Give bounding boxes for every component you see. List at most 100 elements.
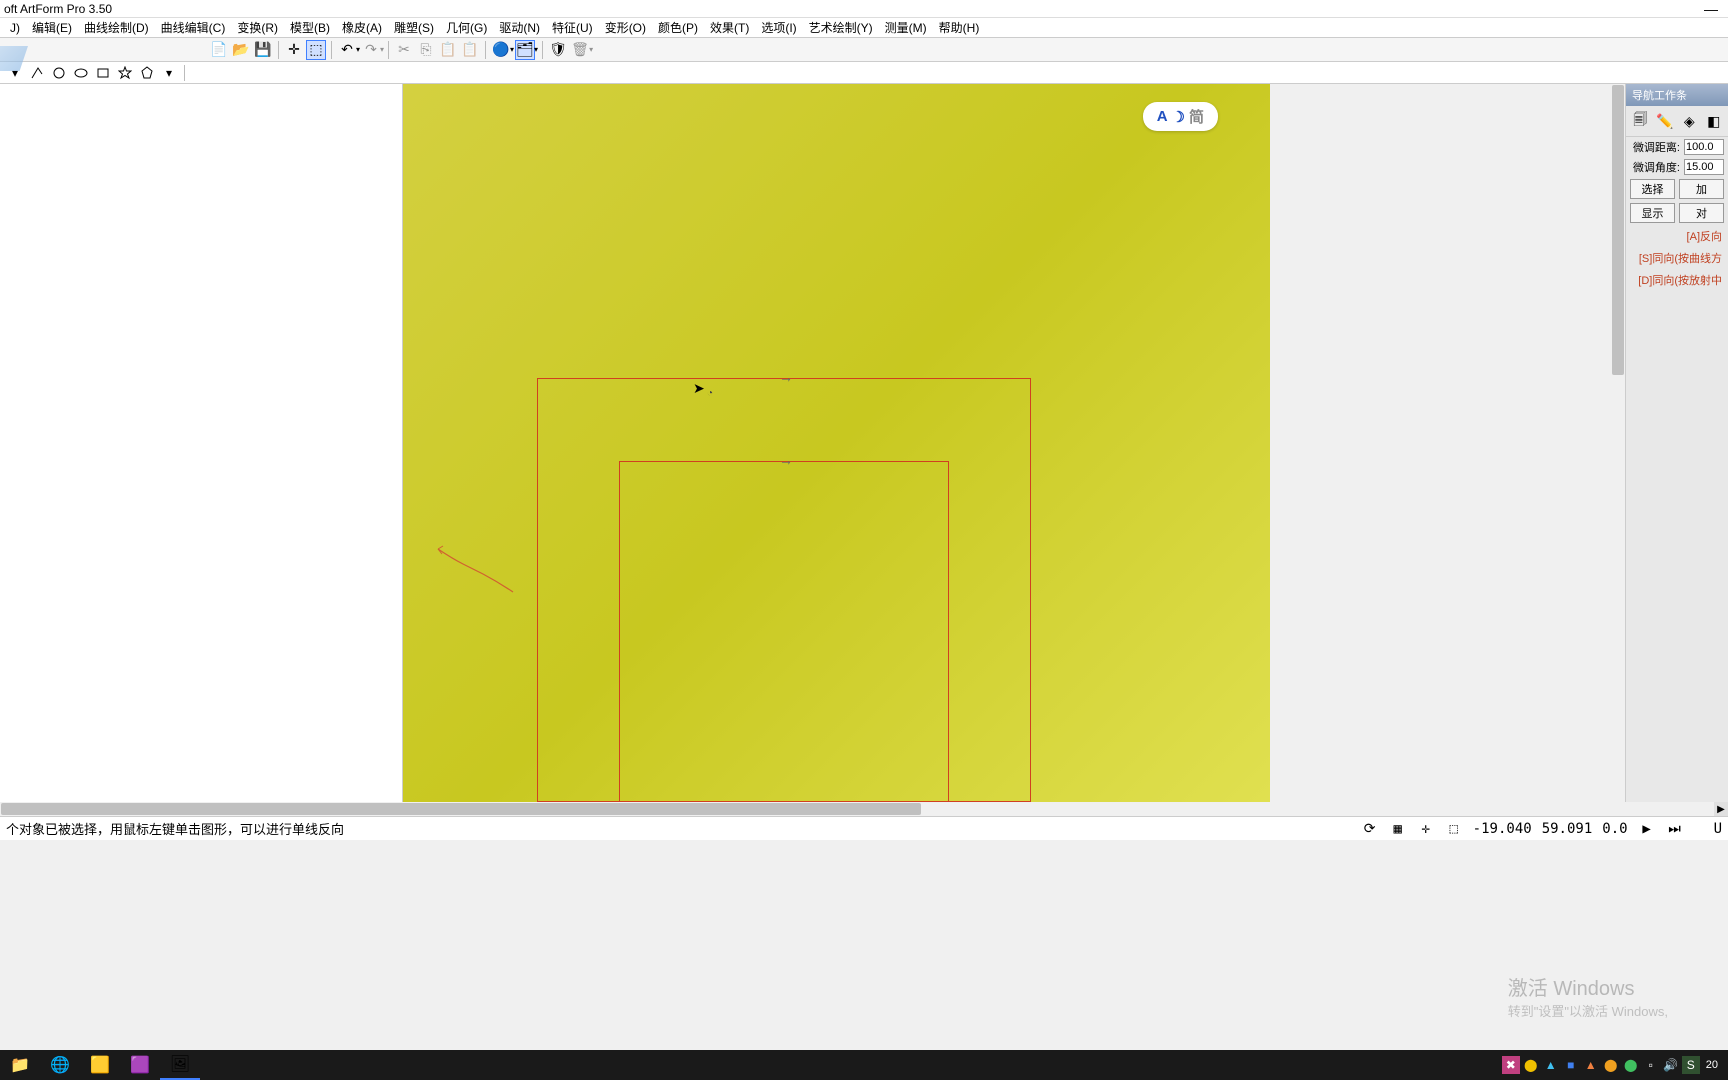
- menu-measure[interactable]: 测量(M): [879, 17, 933, 38]
- rectangle-icon[interactable]: [94, 64, 112, 82]
- select-button[interactable]: 选择: [1630, 179, 1675, 199]
- polygon-icon[interactable]: [138, 64, 156, 82]
- pair-button[interactable]: 对: [1679, 203, 1724, 223]
- tray-icon[interactable]: ▲: [1582, 1056, 1600, 1074]
- same-radial-link[interactable]: [D]同向(按放射中: [1626, 269, 1728, 291]
- tray-icon[interactable]: ✖: [1502, 1056, 1520, 1074]
- tray-icon[interactable]: ⬤: [1522, 1056, 1540, 1074]
- layers-dropdown-icon[interactable]: ▾: [534, 45, 538, 54]
- cube-icon[interactable]: ◧: [1704, 110, 1725, 132]
- vscroll-thumb[interactable]: [1612, 85, 1624, 375]
- menu-help[interactable]: 帮助(H): [933, 17, 986, 38]
- app2-icon[interactable]: 🟪: [120, 1050, 160, 1080]
- shape-dropdown-icon[interactable]: ▾: [160, 64, 178, 82]
- menu-feature[interactable]: 特征(U): [546, 17, 599, 38]
- ellipse-icon[interactable]: [72, 64, 90, 82]
- star-icon[interactable]: [116, 64, 134, 82]
- menu-color[interactable]: 颜色(P): [652, 17, 704, 38]
- horizontal-scrollbar[interactable]: ▶: [0, 802, 1728, 816]
- menu-curve-edit[interactable]: 曲线编辑(C): [155, 17, 232, 38]
- same-curve-link[interactable]: [S]同向(按曲线方: [1626, 247, 1728, 269]
- hscroll-right-arrow-icon[interactable]: ▶: [1714, 802, 1728, 816]
- hscroll-thumb[interactable]: [1, 803, 921, 815]
- vertical-scrollbar[interactable]: [1611, 84, 1625, 802]
- trash-icon[interactable]: 🗑: [570, 40, 590, 60]
- tray-s-icon[interactable]: S: [1682, 1056, 1700, 1074]
- ime-badge[interactable]: A ☽ 简: [1143, 102, 1218, 131]
- menu-drive[interactable]: 驱动(N): [493, 17, 546, 38]
- dist-input[interactable]: [1684, 139, 1724, 155]
- angle-input[interactable]: [1684, 159, 1724, 175]
- shield-icon[interactable]: 🛡: [548, 40, 568, 60]
- panel-icon-row: 🗐 ✏️ ◈ ◧: [1626, 106, 1728, 137]
- layers-icon[interactable]: 🗂: [515, 40, 535, 60]
- menu-effect[interactable]: 效果(T): [704, 17, 755, 38]
- add-button[interactable]: 加: [1679, 179, 1724, 199]
- separator: [278, 41, 279, 59]
- menu-art[interactable]: 艺术绘制(Y): [803, 17, 879, 38]
- menu-model[interactable]: 模型(B): [284, 17, 336, 38]
- trash-dropdown-icon[interactable]: ▾: [589, 45, 593, 54]
- menu-sculpt[interactable]: 雕塑(S): [388, 17, 440, 38]
- menu-curve-draw[interactable]: 曲线绘制(D): [78, 17, 155, 38]
- taskbar-clock[interactable]: 20: [1702, 1059, 1722, 1071]
- status-text: U: [1714, 821, 1722, 837]
- undo-icon[interactable]: ↶: [337, 40, 357, 60]
- bounds-icon[interactable]: ⬚: [1445, 820, 1463, 838]
- pen-icon[interactable]: [28, 64, 46, 82]
- tray-icon[interactable]: ■: [1562, 1056, 1580, 1074]
- select-rect-icon[interactable]: ⬚: [306, 40, 326, 60]
- angle-label: 微调角度:: [1630, 159, 1680, 175]
- circle-icon[interactable]: [50, 64, 68, 82]
- menu-edit[interactable]: 编辑(E): [26, 17, 78, 38]
- squiggle-curve[interactable]: [433, 544, 523, 604]
- canvas-viewport[interactable]: → → ➤ ◔ A ☽ 简: [403, 84, 1270, 802]
- grid-icon[interactable]: ▦: [1389, 820, 1407, 838]
- copy-icon[interactable]: ⎘: [416, 40, 436, 60]
- minimize-icon[interactable]: —: [1704, 1, 1718, 17]
- paste-special-icon[interactable]: 📋: [460, 40, 480, 60]
- play-icon[interactable]: ▶: [1638, 820, 1656, 838]
- file-explorer-icon[interactable]: 📁: [0, 1050, 40, 1080]
- canvas-area[interactable]: → → ➤ ◔ A ☽ 简: [403, 84, 1625, 802]
- artform-task-icon[interactable]: 🖼: [160, 1050, 200, 1080]
- panel-title: 导航工作条: [1626, 84, 1728, 106]
- tray-icon[interactable]: ▲: [1542, 1056, 1560, 1074]
- paste-icon[interactable]: 📋: [438, 40, 458, 60]
- separator: [331, 41, 332, 59]
- undo-dropdown-icon[interactable]: ▾: [356, 45, 360, 54]
- redo-icon[interactable]: ↷: [361, 40, 381, 60]
- refresh-icon[interactable]: ⟳: [1361, 820, 1379, 838]
- network-icon[interactable]: ▫: [1642, 1056, 1660, 1074]
- open-file-icon[interactable]: 📂: [231, 40, 251, 60]
- sphere-dropdown-icon[interactable]: ▾: [510, 45, 514, 54]
- speaker-icon[interactable]: 🔊: [1662, 1056, 1680, 1074]
- ime-mode: 简: [1189, 106, 1204, 127]
- menu-geometry[interactable]: 几何(G): [440, 17, 493, 38]
- app-icon[interactable]: 🟨: [80, 1050, 120, 1080]
- inner-rectangle[interactable]: [619, 461, 949, 802]
- menu-file[interactable]: J): [4, 19, 26, 37]
- tray-icon[interactable]: ⬤: [1602, 1056, 1620, 1074]
- sphere-icon[interactable]: 🔵: [491, 40, 511, 60]
- menu-eraser[interactable]: 橡皮(A): [336, 17, 388, 38]
- tray-icon[interactable]: ⬤: [1622, 1056, 1640, 1074]
- layer-copy-icon[interactable]: 🗐: [1630, 110, 1651, 132]
- crosshair-icon[interactable]: ✛: [284, 40, 304, 60]
- cut-icon[interactable]: ✂: [394, 40, 414, 60]
- show-button[interactable]: 显示: [1630, 203, 1675, 223]
- browser-icon[interactable]: 🌐: [40, 1050, 80, 1080]
- menu-transform[interactable]: 变换(R): [231, 17, 284, 38]
- reverse-link[interactable]: [A]反向: [1626, 225, 1728, 247]
- hscroll-track[interactable]: [0, 802, 1714, 816]
- save-file-icon[interactable]: 💾: [253, 40, 273, 60]
- menu-options[interactable]: 选项(I): [755, 17, 802, 38]
- menu-deform[interactable]: 变形(O): [599, 17, 652, 38]
- new-file-icon[interactable]: 📄: [209, 40, 229, 60]
- crosshair-status-icon[interactable]: ✛: [1417, 820, 1435, 838]
- edit-icon[interactable]: ✏️: [1655, 110, 1676, 132]
- skip-icon[interactable]: ⏭: [1666, 820, 1684, 838]
- diamond-icon[interactable]: ◈: [1679, 110, 1700, 132]
- cursor-icon: ➤: [693, 380, 705, 397]
- redo-dropdown-icon[interactable]: ▾: [380, 45, 384, 54]
